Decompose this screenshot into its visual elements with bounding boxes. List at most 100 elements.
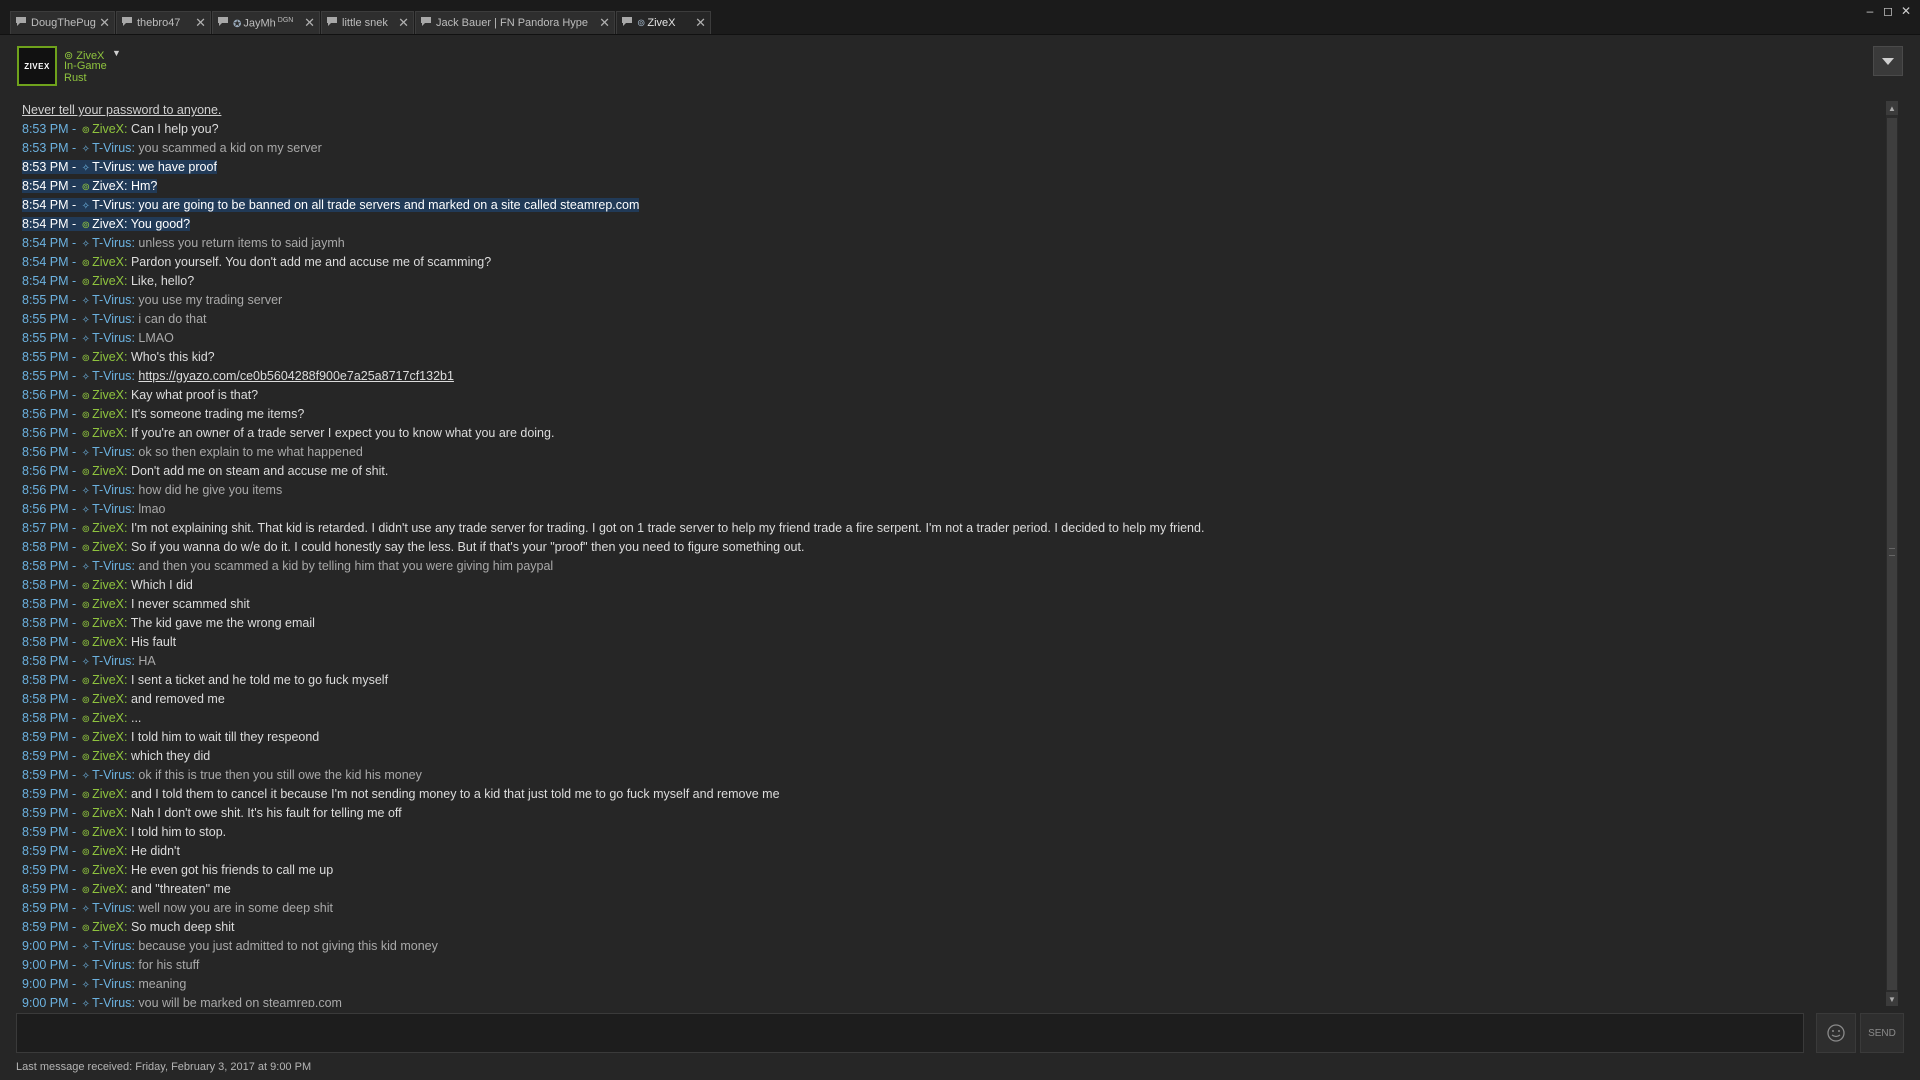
message-sender[interactable]: ZiveX [92,673,124,687]
message-sender[interactable]: ZiveX [92,540,124,554]
message-sender[interactable]: T-Virus [92,901,131,915]
message-text: you scammed a kid on my server [138,141,322,155]
message-sender[interactable]: T-Virus [92,559,131,573]
message-sender[interactable]: T-Virus [92,939,131,953]
chat-message: 8:59 PM - ⊚ ZiveX: I told him to stop. [22,825,227,839]
message-sender[interactable]: ZiveX [92,122,124,136]
message-time: 8:59 PM [22,863,69,877]
minimize-button[interactable]: – [1863,4,1877,18]
tab-chat-0[interactable]: DougThePug ✕ [10,11,115,34]
message-sender[interactable]: T-Virus [92,369,131,383]
close-window-button[interactable]: ✕ [1899,4,1913,18]
scroll-down-arrow-icon[interactable]: ▼ [1886,992,1898,1006]
close-tab-icon[interactable]: ✕ [99,15,110,31]
close-tab-icon[interactable]: ✕ [398,15,409,31]
message-sender[interactable]: ZiveX [92,920,124,934]
message-sender[interactable]: ZiveX [92,711,124,725]
message-sender[interactable]: ZiveX [92,426,124,440]
message-sender[interactable]: ZiveX [92,217,124,231]
in-game-status-icon: ✧ [81,144,91,155]
message-sender[interactable]: ZiveX [92,749,124,763]
message-sender[interactable]: ZiveX [92,597,124,611]
message-sender[interactable]: ZiveX [92,255,124,269]
chat-message: 8:54 PM - ✧ T-Virus: unless you return it… [22,236,345,250]
message-sender[interactable]: ZiveX [92,274,124,288]
message-sender[interactable]: ZiveX [92,179,124,193]
message-sender[interactable]: ZiveX [92,521,124,535]
message-sender[interactable]: ZiveX [92,407,124,421]
scrollbar-thumb[interactable] [1887,118,1897,990]
tab-label-text: ZiveX [647,17,676,29]
chevron-down-icon [1882,57,1894,65]
message-sender[interactable]: T-Virus [92,312,131,326]
chat-message: 8:58 PM - ⊚ ZiveX: ... [22,711,142,725]
message-sender[interactable]: T-Virus [92,293,131,307]
message-sender[interactable]: ZiveX [92,730,124,744]
message-time: 8:55 PM [22,331,69,345]
message-sender[interactable]: T-Virus [92,502,131,516]
message-sender[interactable]: T-Virus [92,977,131,991]
message-time: 8:54 PM [22,217,69,231]
message-sender[interactable]: T-Virus [92,958,131,972]
message-time: 8:54 PM [22,198,69,212]
message-sender[interactable]: T-Virus [92,654,131,668]
message-sender[interactable]: ZiveX [92,825,124,839]
friend-menu-chevron-icon[interactable]: ▼ [112,48,121,58]
message-sender[interactable]: T-Virus [92,236,131,250]
message-input[interactable] [16,1013,1804,1053]
close-tab-icon[interactable]: ✕ [695,15,706,31]
tab-chat-2[interactable]: ✪ JayMh DGN ✕ [212,11,320,34]
chat-bubble-icon [421,17,431,26]
message-text: and removed me [130,692,225,706]
close-tab-icon[interactable]: ✕ [195,15,206,31]
chat-scrollbar[interactable]: ▲ ▼ [1886,101,1898,1006]
message-sender[interactable]: T-Virus [92,445,131,459]
message-sender[interactable]: T-Virus [92,160,131,174]
close-tab-icon[interactable]: ✕ [304,15,315,31]
chat-options-button[interactable] [1873,46,1903,76]
tab-chat-3[interactable]: little snek ✕ [321,11,414,34]
message-sender[interactable]: T-Virus [92,768,131,782]
message-sender[interactable]: ZiveX [92,578,124,592]
message-sender[interactable]: ZiveX [92,616,124,630]
message-text: Kay what proof is that? [130,388,259,402]
message-text: ... [130,711,142,725]
message-time: 8:56 PM [22,388,69,402]
message-sender[interactable]: ZiveX [92,635,124,649]
maximize-button[interactable]: ◻ [1881,4,1895,18]
message-sender[interactable]: ZiveX [92,844,124,858]
tab-chat-1[interactable]: thebro47 ✕ [116,11,211,34]
message-sender[interactable]: ZiveX [92,350,124,364]
tab-chat-4[interactable]: Jack Bauer | FN Pandora Hype ✕ [415,11,615,34]
message-time: 8:58 PM [22,559,69,573]
tab-label: ⊚ ZiveX [637,17,676,29]
message-sender[interactable]: ZiveX [92,806,124,820]
message-time: 8:56 PM [22,426,69,440]
tab-chat-5[interactable]: ⊚ ZiveX ✕ [616,11,711,34]
message-sender[interactable]: ZiveX [92,464,124,478]
message-link[interactable]: https://gyazo.com/ce0b5604288f900e7a25a8… [138,369,454,383]
emoticon-button[interactable] [1816,1013,1856,1053]
online-status-icon: ⊚ [81,182,91,193]
chat-message: 8:58 PM - ⊚ ZiveX: The kid gave me the wr… [22,616,315,630]
friend-avatar[interactable]: ZIVEX [17,46,57,86]
scroll-up-arrow-icon[interactable]: ▲ [1886,101,1898,115]
message-sender[interactable]: ZiveX [92,882,124,896]
in-game-status-icon: ✧ [81,771,91,782]
message-time: 8:59 PM [22,806,69,820]
chat-bubble-icon [218,17,228,26]
message-sender[interactable]: ZiveX [92,863,124,877]
close-tab-icon[interactable]: ✕ [599,15,610,31]
message-sender[interactable]: T-Virus [92,996,131,1007]
chat-message: 8:59 PM - ⊚ ZiveX: He didn't [22,844,180,858]
message-sender[interactable]: ZiveX [92,692,124,706]
message-sender[interactable]: T-Virus [92,141,131,155]
tab-label-text: little snek [342,17,388,29]
message-sender[interactable]: ZiveX [92,388,124,402]
in-game-status-icon: ✧ [81,562,91,573]
message-sender[interactable]: T-Virus [92,198,131,212]
send-button[interactable]: SEND [1860,1013,1904,1053]
message-sender[interactable]: T-Virus [92,483,131,497]
message-sender[interactable]: ZiveX [92,787,124,801]
message-sender[interactable]: T-Virus [92,331,131,345]
